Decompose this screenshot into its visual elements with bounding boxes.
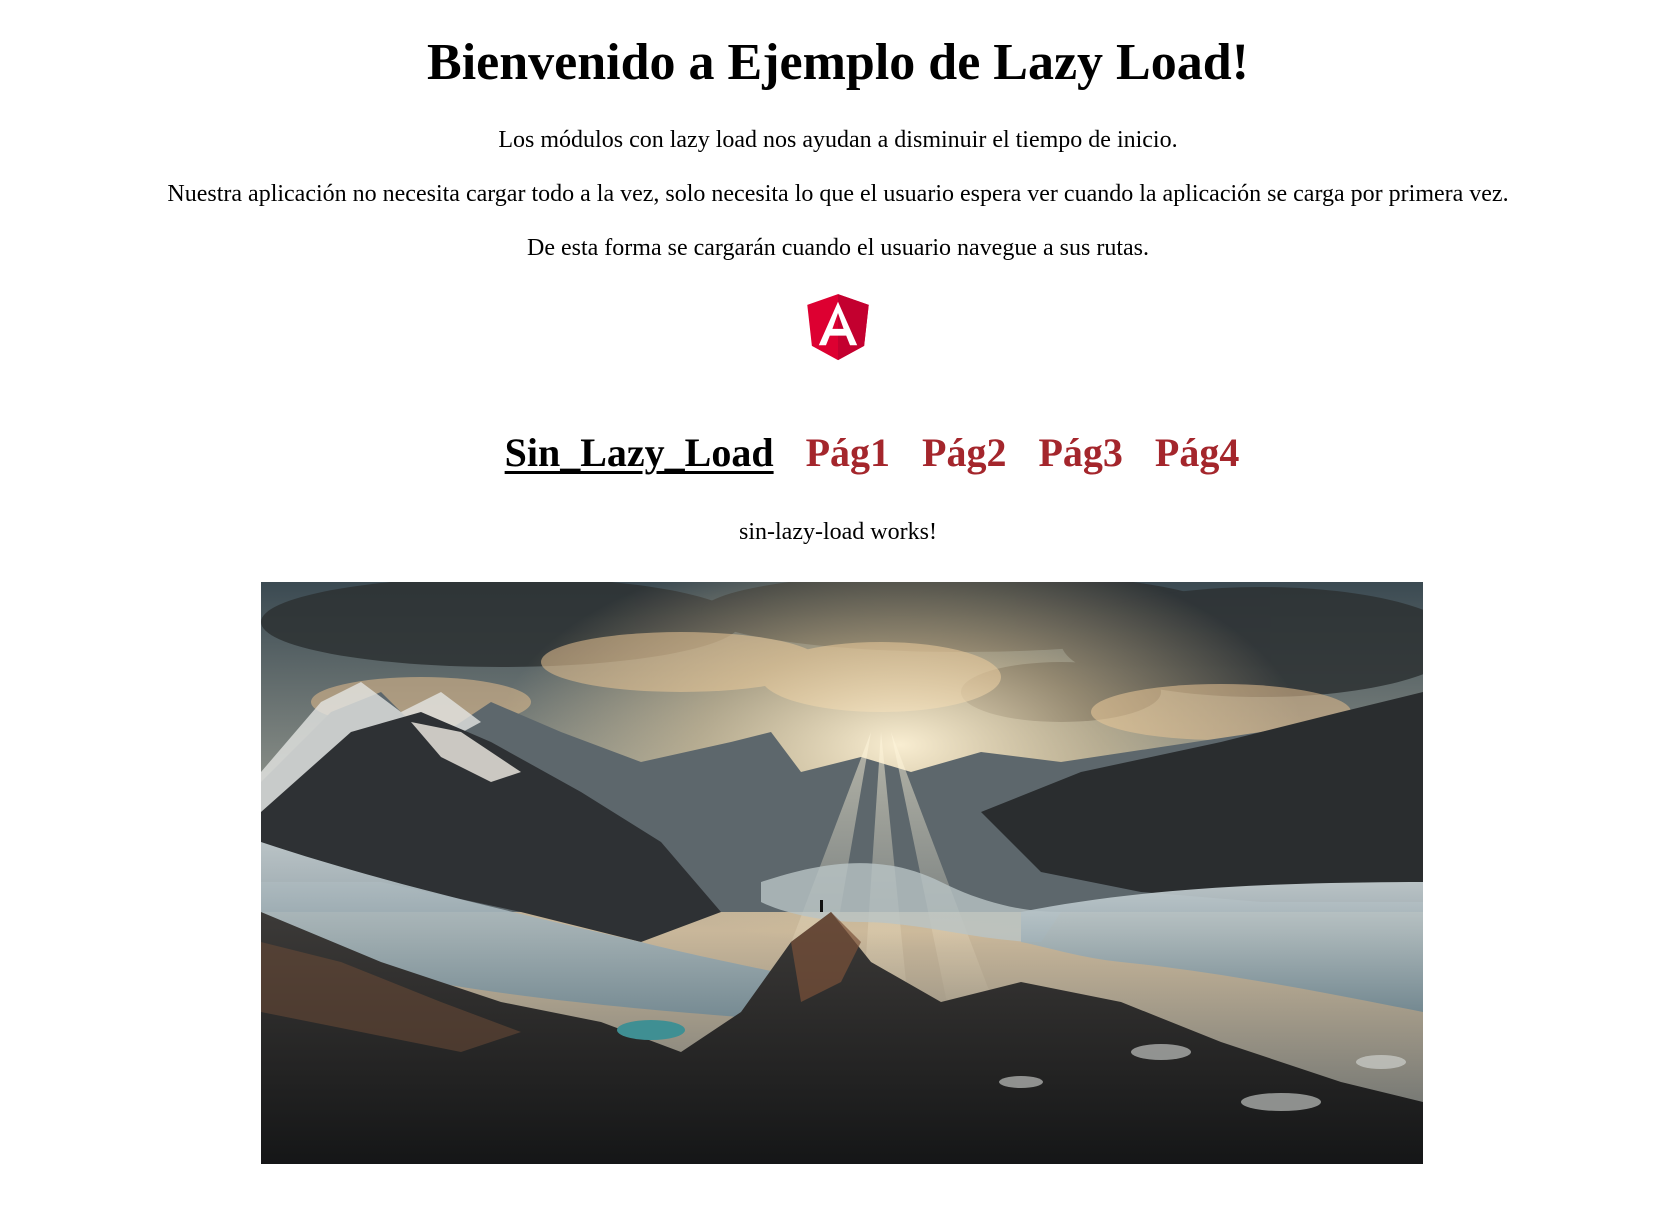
mountain-landscape-photo [261,582,1423,1164]
intro-line-1: Los módulos con lazy load nos ayudan a d… [498,127,1178,153]
route-status-text: sin-lazy-load works! [739,519,937,545]
page-title: Bienvenido a Ejemplo de Lazy Load! [427,34,1249,91]
app-root: Bienvenido a Ejemplo de Lazy Load! Los m… [0,0,1676,547]
main-nav: Sin_Lazy_Load Pág1 Pág2 Pág3 Pág4 [0,427,1676,479]
nav-link-pag1[interactable]: Pág1 [806,430,890,475]
nav-link-pag3[interactable]: Pág3 [1038,430,1122,475]
nav-link-sin-lazy-load[interactable]: Sin_Lazy_Load [505,430,774,475]
nav-link-pag4[interactable]: Pág4 [1155,430,1239,475]
intro-line-2: Nuestra aplicación no necesita cargar to… [167,181,1509,207]
nav-link-pag2[interactable]: Pág2 [922,430,1006,475]
angular-logo-icon [806,293,870,361]
intro-text: Los módulos con lazy load nos ayudan a d… [0,125,1676,263]
intro-line-3: De esta forma se cargarán cuando el usua… [527,235,1149,261]
